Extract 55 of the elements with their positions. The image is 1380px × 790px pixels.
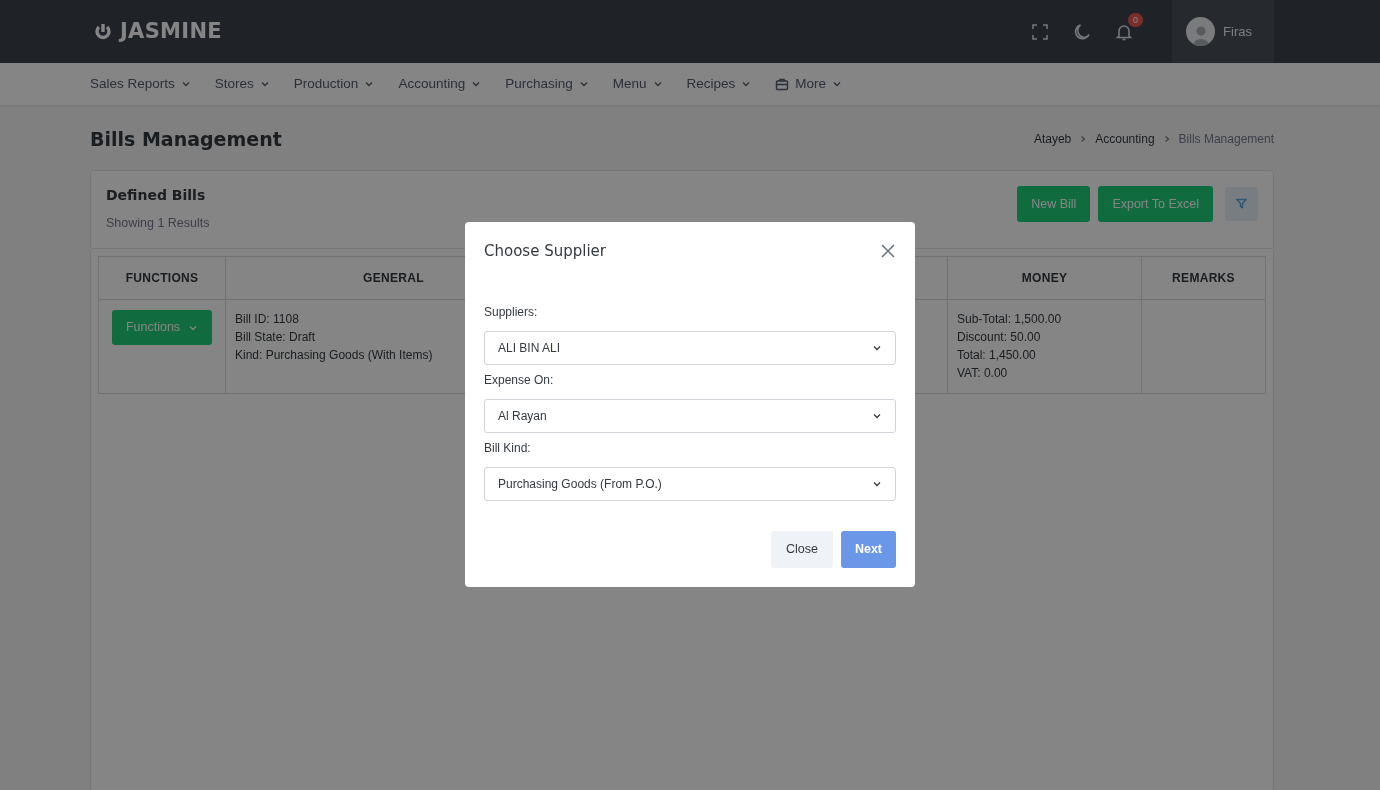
page-title: Bills Management — [90, 127, 282, 152]
select-field[interactable]: ALI BIN ALI — [484, 331, 896, 365]
column-header: MONEY — [947, 256, 1142, 300]
column-header: FUNCTIONS — [98, 256, 226, 300]
nav-menu-item[interactable]: Production — [293, 73, 375, 95]
nav-menu-item[interactable]: Stores — [214, 73, 270, 95]
field-label: Suppliers: — [484, 304, 539, 321]
card-title: Defined Bills — [106, 185, 207, 205]
money-detail: Discount: 50.00 — [957, 329, 1041, 347]
notification-badge: 0 — [1128, 13, 1144, 28]
avatar-icon — [1186, 17, 1216, 46]
chevron-down-icon — [259, 79, 270, 89]
nav-menu-item[interactable]: Menu — [612, 73, 663, 95]
user-menu[interactable]: Firas — [1172, 0, 1274, 63]
chevron-right-icon — [1162, 135, 1171, 144]
select-field[interactable]: Purchasing Goods (From P.O.) — [484, 467, 896, 501]
chevron-down-icon — [652, 79, 663, 89]
close-icon[interactable] — [880, 243, 896, 259]
results-count: Showing 1 Results — [106, 214, 210, 232]
nav-menu-item[interactable]: Accounting — [398, 73, 482, 95]
chevron-down-icon — [872, 343, 882, 353]
nav-menu-item[interactable]: Purchasing — [505, 73, 589, 95]
select-field[interactable]: Al Rayan — [484, 399, 896, 433]
filter-icon — [1236, 198, 1247, 210]
chevron-right-icon — [1079, 135, 1088, 144]
field-label: Expense On: — [484, 372, 555, 389]
nav-menu-item[interactable]: More — [775, 73, 843, 95]
chevron-down-icon — [364, 79, 375, 89]
money-detail: Sub-Total: 1,500.00 — [957, 311, 1062, 329]
next-button[interactable]: Next — [840, 531, 896, 568]
chevron-down-icon — [832, 79, 843, 89]
general-detail: Kind: Purchasing Goods (With Items) — [235, 347, 433, 365]
close-button[interactable]: Close — [770, 531, 833, 568]
general-detail: Bill State: Draft — [235, 329, 316, 347]
money-detail: VAT: 0.00 — [957, 365, 1008, 383]
chevron-down-icon — [872, 411, 882, 421]
money-detail: Total: 1,450.00 — [957, 347, 1036, 365]
filter-button[interactable] — [1225, 186, 1258, 221]
user-name: Firas — [1223, 22, 1252, 41]
chevron-down-icon — [578, 79, 589, 89]
breadcrumb-current: Bills Management — [1178, 131, 1274, 149]
breadcrumb-link[interactable]: Atayeb — [1033, 130, 1072, 149]
logo-text: JASMINE — [120, 17, 222, 45]
chevron-down-icon — [872, 479, 882, 489]
logo-icon — [94, 22, 112, 41]
chevron-down-icon — [180, 79, 191, 89]
column-header: REMARKS — [1141, 256, 1266, 300]
breadcrumb-link[interactable]: Accounting — [1095, 130, 1155, 149]
nav-menu-item[interactable]: Recipes — [686, 73, 752, 95]
general-detail: Bill ID: 1108 — [235, 311, 299, 329]
field-label: Bill Kind: — [484, 440, 532, 457]
chevron-down-icon — [741, 79, 752, 89]
chevron-down-icon — [471, 79, 482, 89]
fullscreen-icon[interactable] — [1030, 21, 1051, 42]
nav-menu-item[interactable]: Sales Reports — [90, 73, 191, 95]
